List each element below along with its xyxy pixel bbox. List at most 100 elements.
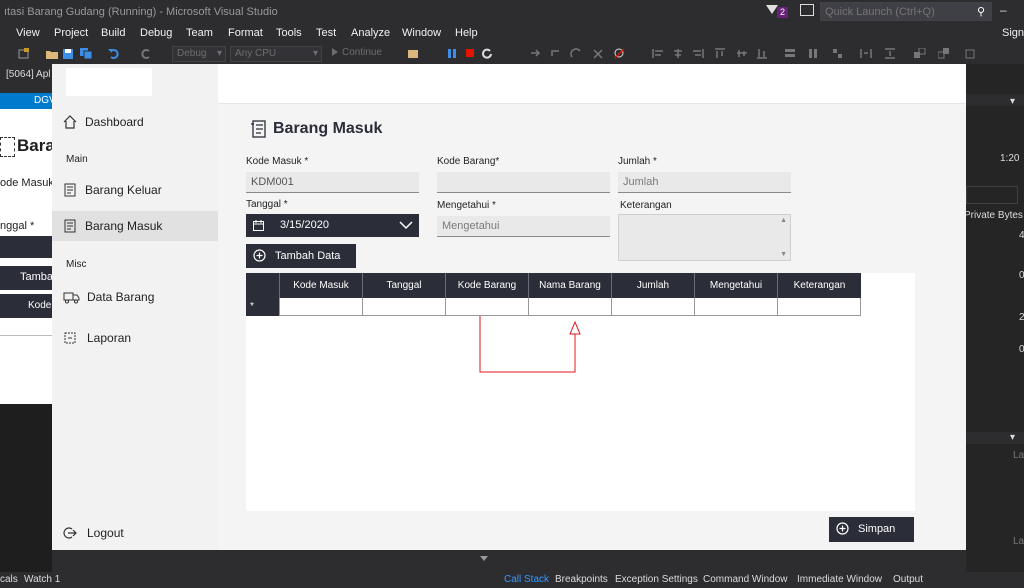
continue-button[interactable]: Continue xyxy=(332,47,382,58)
tab-command-window[interactable]: Command Window xyxy=(703,574,787,585)
private-bytes-label: Private Bytes xyxy=(964,210,1023,221)
bring-to-front-icon[interactable] xyxy=(914,48,926,59)
stop-icon[interactable] xyxy=(464,48,476,59)
exceptions-icon[interactable] xyxy=(614,48,626,59)
diagnostic-tools-panel xyxy=(966,64,1024,572)
sign-in-link[interactable]: Sign xyxy=(1002,27,1024,39)
browser-link-icon[interactable] xyxy=(408,48,420,59)
vs-toolbar: Debug ▾ Any CPU ▾ Continue xyxy=(0,44,1024,64)
background-tambah-label: Tamba xyxy=(20,271,54,283)
align-right-icon[interactable] xyxy=(692,48,704,59)
play-icon xyxy=(332,48,338,56)
step-out-icon[interactable] xyxy=(570,48,582,59)
notifications-icon[interactable]: 2 xyxy=(766,5,790,19)
align-middle-icon[interactable] xyxy=(736,48,748,59)
tanggal-label: Tanggal * xyxy=(246,199,288,210)
simpan-label: Simpan xyxy=(858,523,896,535)
tab-exception-settings[interactable]: Exception Settings xyxy=(615,574,698,585)
align-top-icon[interactable] xyxy=(714,48,726,59)
same-width-icon[interactable] xyxy=(784,48,796,59)
quick-launch-input[interactable] xyxy=(825,5,965,19)
align-bottom-icon[interactable] xyxy=(756,48,768,59)
simpan-button[interactable]: Simpan xyxy=(829,517,914,542)
feedback-icon[interactable] xyxy=(800,4,814,16)
sidebar-item-label: Laporan xyxy=(87,331,132,345)
minimize-icon[interactable]: – xyxy=(1000,3,1007,17)
background-form-heading: Bara xyxy=(17,136,55,155)
menu-project[interactable]: Project xyxy=(54,27,88,39)
tab-call-stack[interactable]: Call Stack xyxy=(504,574,549,585)
tab-breakpoints[interactable]: Breakpoints xyxy=(555,574,608,585)
chevron-down-icon[interactable]: ▾ xyxy=(1010,432,1015,443)
same-height-icon[interactable] xyxy=(808,48,820,59)
tab-order-icon[interactable] xyxy=(964,48,976,59)
kode-masuk-field[interactable] xyxy=(246,172,419,193)
sidebar-item-logout[interactable]: Logout xyxy=(52,518,218,548)
keterangan-textarea[interactable]: ▲ ▼ xyxy=(618,214,791,261)
sidebar-item-barang-masuk[interactable]: Barang Masuk xyxy=(52,211,218,241)
tab-locals[interactable]: cals xyxy=(0,574,18,585)
kode-masuk-label: Kode Masuk * xyxy=(246,156,309,167)
document-list-icon xyxy=(251,120,266,138)
sidebar-item-barang-keluar[interactable]: Barang Keluar xyxy=(52,175,218,205)
step-over-icon[interactable] xyxy=(550,48,562,59)
step-into-icon[interactable] xyxy=(530,48,542,59)
axis-tick: 0 xyxy=(1019,344,1024,355)
scroll-down-icon[interactable]: ▼ xyxy=(780,251,787,258)
open-folder-icon[interactable] xyxy=(46,48,58,59)
jumlah-field[interactable] xyxy=(618,172,791,193)
tab-output[interactable]: Output xyxy=(893,574,923,585)
tanggal-date-picker[interactable]: 3/15/2020 xyxy=(246,214,419,237)
pause-icon[interactable] xyxy=(446,48,458,59)
search-icon[interactable]: ⚲ xyxy=(977,5,985,18)
mengetahui-field[interactable] xyxy=(437,216,610,237)
sidebar-item-dashboard[interactable]: Dashboard xyxy=(52,107,218,137)
tab-watch-1[interactable]: Watch 1 xyxy=(24,574,60,585)
menu-team[interactable]: Team xyxy=(186,27,213,39)
scroll-down-icon[interactable] xyxy=(480,556,488,561)
sidebar-item-laporan[interactable]: Laporan xyxy=(52,323,218,353)
menu-format[interactable]: Format xyxy=(228,27,263,39)
vertical-spacing-icon[interactable] xyxy=(884,48,896,59)
tanggal-value: 3/15/2020 xyxy=(280,219,329,231)
logout-icon xyxy=(63,527,77,539)
kode-barang-field[interactable] xyxy=(437,172,610,193)
menu-analyze[interactable]: Analyze xyxy=(351,27,390,39)
send-to-back-icon[interactable] xyxy=(938,48,950,59)
same-size-icon[interactable] xyxy=(832,48,844,59)
quick-launch[interactable]: ⚲ xyxy=(820,2,992,21)
chevron-down-icon[interactable]: ▾ xyxy=(1010,96,1015,107)
document-tab[interactable]: DGV xyxy=(0,93,56,109)
undo-icon[interactable] xyxy=(108,48,120,59)
menu-debug[interactable]: Debug xyxy=(140,27,172,39)
chevron-down-icon: ▾ xyxy=(312,48,318,59)
redo-icon[interactable] xyxy=(140,48,152,59)
calendar-icon xyxy=(253,220,264,231)
align-center-icon[interactable] xyxy=(672,48,684,59)
menu-test[interactable]: Test xyxy=(316,27,336,39)
document-list-icon xyxy=(64,183,76,197)
app-window: Dashboard Main Barang Keluar Barang Masu… xyxy=(52,64,966,550)
align-left-icon[interactable] xyxy=(652,48,664,59)
horizontal-spacing-icon[interactable] xyxy=(860,48,872,59)
scroll-up-icon[interactable]: ▲ xyxy=(780,217,787,224)
tab-immediate-window[interactable]: Immediate Window xyxy=(797,574,882,585)
save-icon[interactable] xyxy=(62,48,74,59)
restart-icon[interactable] xyxy=(481,48,493,59)
chevron-down-icon[interactable] xyxy=(399,219,413,231)
menu-view[interactable]: View xyxy=(16,27,40,39)
right-panel-header xyxy=(966,94,1024,106)
background-grid-row xyxy=(0,318,52,336)
new-project-icon[interactable] xyxy=(18,48,30,59)
menu-tools[interactable]: Tools xyxy=(276,27,302,39)
home-icon xyxy=(63,115,77,129)
menu-window[interactable]: Window xyxy=(402,27,441,39)
save-all-icon[interactable] xyxy=(80,48,92,59)
show-next-statement-icon[interactable] xyxy=(592,48,604,59)
platform-combo[interactable]: Any CPU ▾ xyxy=(230,46,322,62)
sidebar-item-data-barang[interactable]: Data Barang xyxy=(52,282,218,312)
configuration-combo[interactable]: Debug ▾ xyxy=(172,46,226,62)
menu-build[interactable]: Build xyxy=(101,27,125,39)
tambah-data-button[interactable]: Tambah Data xyxy=(246,244,356,268)
menu-help[interactable]: Help xyxy=(455,27,478,39)
